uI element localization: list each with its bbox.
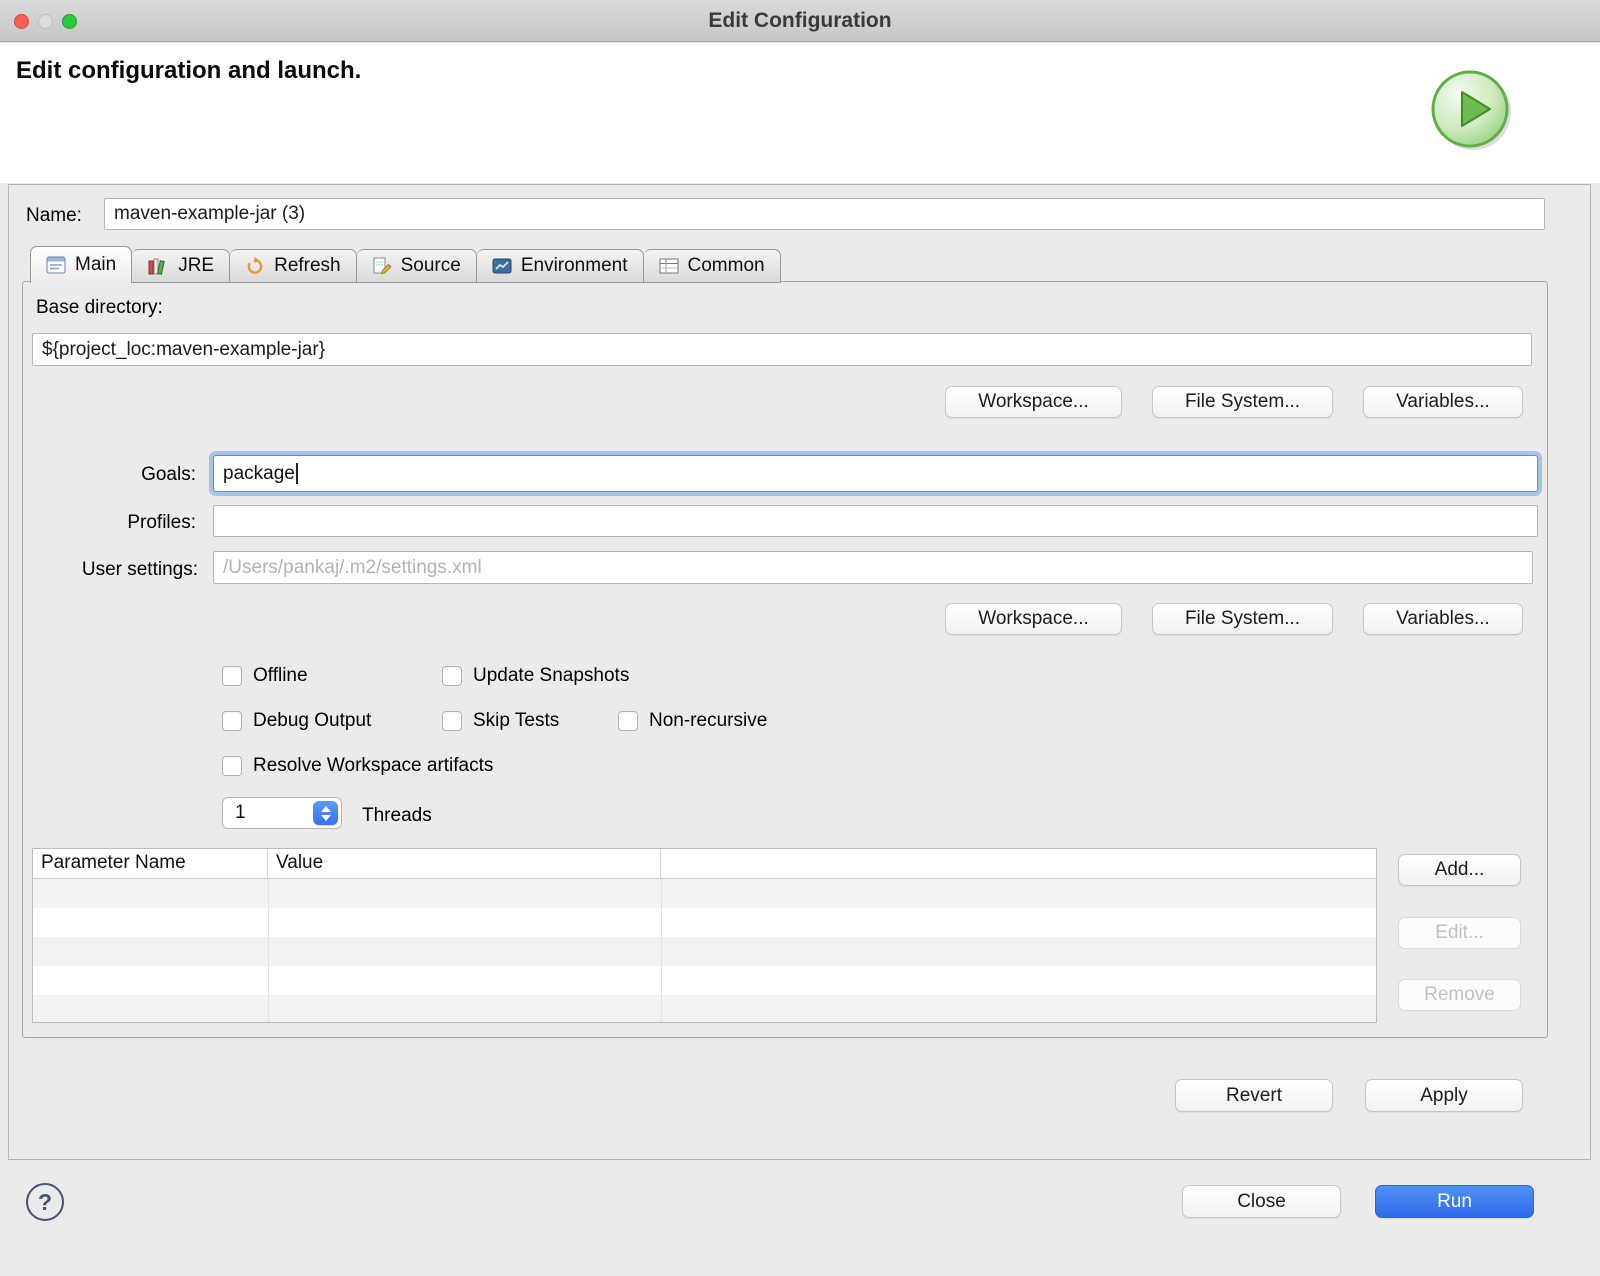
stepper-down-icon (321, 815, 331, 821)
variables-button-bottom[interactable]: Variables... (1363, 603, 1523, 635)
offline-label: Offline (253, 665, 308, 687)
environment-tab-icon (492, 257, 512, 275)
skip-tests-checkbox[interactable]: Skip Tests (442, 710, 559, 732)
launch-play-icon (1428, 67, 1514, 153)
main-tab-icon (46, 256, 66, 274)
goals-input[interactable]: package (213, 455, 1538, 492)
resolve-workspace-artifacts-checkbox[interactable]: Resolve Workspace artifacts (222, 755, 493, 777)
apply-button[interactable]: Apply (1365, 1079, 1523, 1112)
workspace-button-top[interactable]: Workspace... (945, 386, 1122, 418)
goals-value: package (223, 463, 295, 485)
checkbox-box-icon (222, 666, 242, 686)
offline-checkbox[interactable]: Offline (222, 665, 308, 687)
file-system-button-bottom[interactable]: File System... (1152, 603, 1333, 635)
base-directory-label: Base directory: (36, 297, 163, 319)
help-icon: ? (38, 1189, 52, 1216)
threads-label: Threads (362, 805, 432, 827)
tab-main-label: Main (75, 254, 116, 276)
user-settings-label: User settings: (10, 559, 198, 581)
close-button[interactable]: Close (1182, 1185, 1341, 1218)
edit-button[interactable]: Edit... (1398, 917, 1521, 949)
tab-source-label: Source (401, 255, 461, 277)
jre-tab-icon (147, 257, 169, 275)
edit-configuration-window: Edit Configuration Edit configuration an… (0, 0, 1600, 1276)
name-input[interactable] (104, 198, 1545, 230)
profiles-input[interactable] (213, 505, 1538, 537)
dialog-message: Edit configuration and launch. (16, 57, 361, 85)
parameters-table[interactable]: Parameter Name Value (32, 848, 1377, 1023)
variables-button-top[interactable]: Variables... (1363, 386, 1523, 418)
tab-jre[interactable]: JRE (132, 249, 230, 283)
table-row (33, 908, 1376, 937)
help-button[interactable]: ? (26, 1183, 64, 1221)
column-header-parameter-name[interactable]: Parameter Name (33, 849, 268, 878)
tab-bar: Main JRE Refresh Source (30, 246, 781, 283)
column-divider (661, 879, 662, 1022)
checkbox-box-icon (618, 711, 638, 731)
revert-button[interactable]: Revert (1175, 1079, 1333, 1112)
column-header-value[interactable]: Value (268, 849, 661, 878)
tab-common-label: Common (688, 255, 765, 277)
tab-source[interactable]: Source (357, 249, 477, 283)
workspace-button-bottom[interactable]: Workspace... (945, 603, 1122, 635)
skip-tests-label: Skip Tests (473, 710, 559, 732)
non-recursive-label: Non-recursive (649, 710, 767, 732)
column-header-spacer (661, 849, 1376, 878)
refresh-tab-icon (245, 257, 265, 276)
traffic-lights (14, 0, 77, 42)
window-title: Edit Configuration (708, 9, 891, 33)
name-label: Name: (26, 205, 82, 227)
source-tab-icon (372, 257, 392, 275)
table-row (33, 937, 1376, 966)
update-snapshots-checkbox[interactable]: Update Snapshots (442, 665, 629, 687)
tab-environment[interactable]: Environment (477, 249, 644, 283)
update-snapshots-label: Update Snapshots (473, 665, 629, 687)
profiles-label: Profiles: (60, 512, 196, 534)
stepper-buttons[interactable] (313, 801, 338, 825)
window-close-button[interactable] (14, 14, 29, 29)
run-button[interactable]: Run (1375, 1185, 1534, 1218)
checkbox-box-icon (442, 711, 462, 731)
dialog-header: Edit configuration and launch. (0, 43, 1600, 183)
resolve-workspace-artifacts-label: Resolve Workspace artifacts (253, 755, 493, 777)
checkbox-box-icon (442, 666, 462, 686)
window-zoom-button[interactable] (62, 14, 77, 29)
table-row (33, 995, 1376, 1023)
non-recursive-checkbox[interactable]: Non-recursive (618, 710, 767, 732)
goals-label: Goals: (60, 464, 196, 486)
checkbox-box-icon (222, 756, 242, 776)
threads-spinner[interactable]: 1 (222, 797, 342, 829)
stepper-up-icon (321, 806, 331, 812)
tab-common[interactable]: Common (644, 249, 781, 283)
common-tab-icon (659, 257, 679, 275)
tab-jre-label: JRE (178, 255, 214, 277)
titlebar: Edit Configuration (0, 0, 1600, 42)
remove-button[interactable]: Remove (1398, 979, 1521, 1011)
debug-output-checkbox[interactable]: Debug Output (222, 710, 371, 732)
file-system-button-top[interactable]: File System... (1152, 386, 1333, 418)
table-row (33, 879, 1376, 908)
table-row (33, 966, 1376, 995)
tab-main[interactable]: Main (30, 246, 132, 283)
checkbox-box-icon (222, 711, 242, 731)
user-settings-input[interactable] (213, 551, 1533, 584)
tab-refresh-label: Refresh (274, 255, 341, 277)
threads-value: 1 (235, 802, 246, 824)
text-caret (296, 463, 298, 484)
tab-refresh[interactable]: Refresh (230, 249, 357, 283)
debug-output-label: Debug Output (253, 710, 371, 732)
tab-environment-label: Environment (521, 255, 628, 277)
column-divider (268, 879, 269, 1022)
base-directory-input[interactable] (32, 333, 1532, 366)
window-minimize-button[interactable] (38, 14, 53, 29)
add-button[interactable]: Add... (1398, 854, 1521, 886)
table-header-row: Parameter Name Value (33, 849, 1376, 879)
